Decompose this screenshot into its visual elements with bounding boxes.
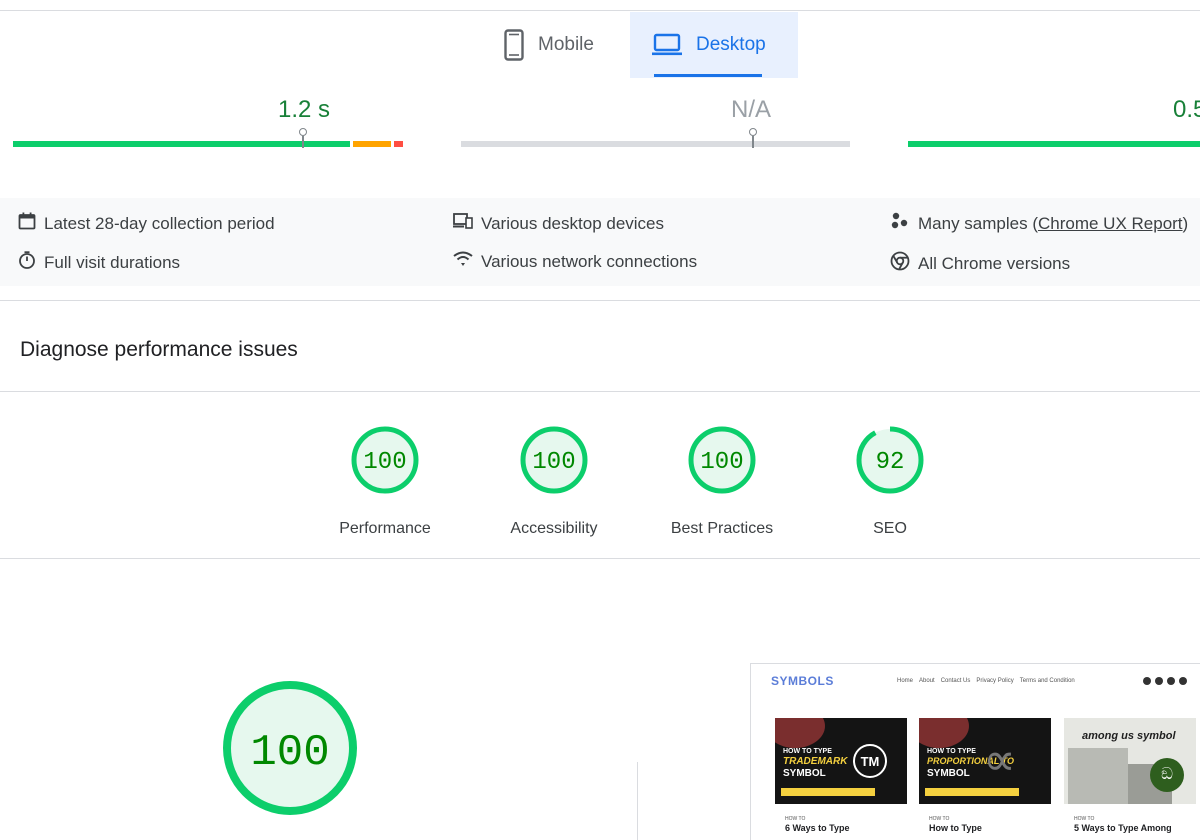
social-icon [1155,677,1163,685]
score-accessibility[interactable]: 100 Accessibility [484,424,624,538]
field-data-info-panel: Latest 28-day collection period Full vis… [0,198,1200,286]
trademark-glyph: TM [853,744,887,778]
thumbnail-logo: SYMBOLS [771,674,834,688]
card-decoration [775,718,825,748]
social-icon [1167,677,1175,685]
final-screenshot-thumbnail: SYMBOLS Home About Contact Us Privacy Po… [750,663,1200,840]
chrome-ux-report-link[interactable]: Chrome UX Report [1038,214,1183,233]
samples-icon [890,212,910,235]
section-title: Diagnose performance issues [20,338,298,361]
social-icon [1143,677,1151,685]
thumbnail-card: HOW TO TYPE PROPORTIONAL TO SYMBOL ∝ [919,718,1051,804]
metric-fid-bar [461,141,850,147]
score-gauge-accessibility: 100 [520,426,588,494]
metric-lcp-marker [299,128,307,148]
calendar-icon [18,212,36,235]
info-network: Various network connections [453,251,697,272]
score-label: SEO [873,520,907,537]
info-visit-durations: Full visit durations [18,251,180,274]
social-icon [1179,677,1187,685]
score-label: Performance [339,520,431,537]
score-label: Accessibility [510,520,598,537]
score-gauge-seo: 92 [856,426,924,494]
thumbnail-card: HOW TO TYPE TRADEMARK SYMBOL TM [775,718,907,804]
score-performance[interactable]: 100 Performance [315,424,455,538]
card-url-strip [925,788,1019,796]
tab-mobile-label: Mobile [538,34,594,55]
score-seo[interactable]: 92 SEO [820,424,960,538]
tab-desktop[interactable]: Desktop [630,12,798,78]
metric-lcp-value: 1.2 s [278,96,331,123]
chrome-icon [890,251,910,276]
score-gauge-performance: 100 [351,426,419,494]
stopwatch-icon [18,251,36,274]
info-collection-period: Latest 28-day collection period [18,212,275,235]
performance-score-large: 100 [220,678,360,823]
info-samples: Many samples (Chrome UX Report) [890,212,1188,235]
card-decoration [919,718,969,748]
top-divider [0,10,1200,11]
tab-desktop-underline [654,74,762,77]
section-divider [0,300,1200,301]
among-us-glyph: ඞ [1150,758,1184,792]
info-chrome-versions: All Chrome versions [890,251,1070,276]
section-divider [0,558,1200,559]
section-divider [0,391,1200,392]
vertical-divider [637,762,638,840]
score-value: 100 [532,449,575,476]
score-label: Best Practices [670,520,774,537]
score-value: 100 [363,449,406,476]
score-gauge-best-practices: 100 [688,426,756,494]
card-caption: How to Type [929,823,982,833]
card-caption: 6 Ways to Type [785,823,850,833]
score-best-practices[interactable]: 100 Best Practices [652,424,792,538]
score-value: 92 [876,449,905,476]
card-url-strip [781,788,875,796]
card-caption: 5 Ways to Type Among [1074,823,1172,833]
info-devices: Various desktop devices [453,212,664,235]
metric-fid-marker [749,128,757,148]
metric-lcp-bar [13,141,403,147]
metric-fid-value: N/A [731,96,772,123]
bar-segment-average [353,141,391,147]
thumbnail-nav: Home About Contact Us Privacy Policy Ter… [897,678,1075,684]
metric-cls-value: 0.5 [1173,96,1200,123]
laptop-icon [652,33,682,57]
metric-cls-bar [908,141,1200,147]
phone-icon [504,29,524,61]
thumbnail-social-icons [1143,677,1187,685]
devices-icon [453,212,473,235]
card-photo-laptop [1068,748,1128,804]
score-value: 100 [700,449,743,476]
performance-score-value: 100 [250,728,329,778]
tab-desktop-label: Desktop [696,34,766,55]
thumbnail-card: among us symbol ඞ [1064,718,1196,804]
tab-mobile[interactable]: Mobile [482,12,630,78]
proportional-glyph: ∝ [983,733,1016,785]
performance-gauge-large: 100 [223,681,357,815]
wifi-icon [453,251,473,272]
bar-segment-poor [394,141,403,147]
